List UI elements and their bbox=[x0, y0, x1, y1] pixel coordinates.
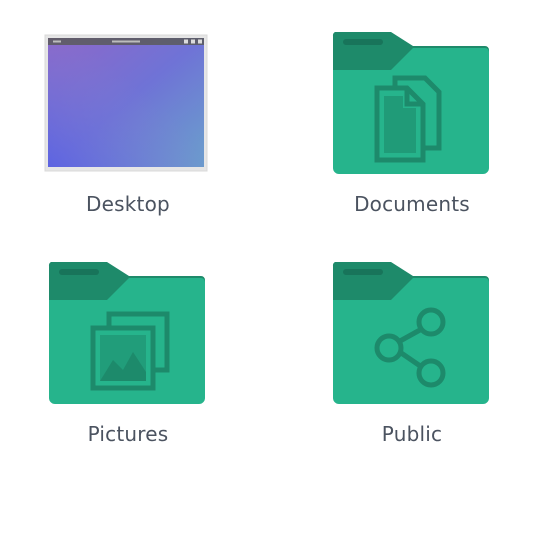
folder-pictures-icon bbox=[48, 262, 206, 404]
folder-label: Desktop bbox=[86, 192, 170, 216]
folder-documents-icon bbox=[332, 32, 489, 174]
folder-item-pictures[interactable]: Pictures bbox=[28, 254, 228, 454]
folder-public-icon bbox=[332, 262, 489, 404]
file-icon-grid: Desktop Documents Pictures Public bbox=[0, 0, 538, 540]
folder-label: Documents bbox=[354, 192, 470, 216]
desktop-window-icon bbox=[44, 34, 208, 172]
folder-item-public[interactable]: Public bbox=[312, 254, 512, 454]
folder-item-desktop[interactable]: Desktop bbox=[28, 24, 228, 224]
folder-label: Pictures bbox=[87, 422, 169, 446]
folder-item-documents[interactable]: Documents bbox=[312, 24, 512, 224]
folder-label: Public bbox=[381, 422, 443, 446]
